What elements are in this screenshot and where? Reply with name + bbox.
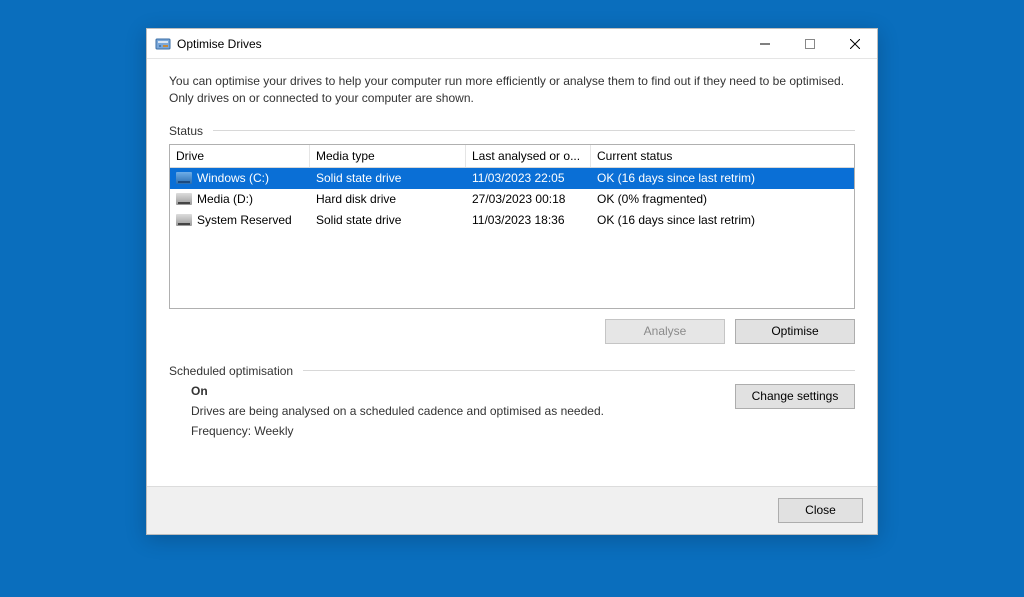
description-text: You can optimise your drives to help you… bbox=[169, 73, 855, 108]
cell-analysed: 11/03/2023 22:05 bbox=[466, 168, 591, 189]
change-settings-button[interactable]: Change settings bbox=[735, 384, 855, 409]
status-group-label: Status bbox=[169, 124, 855, 138]
status-label: Status bbox=[169, 124, 203, 138]
scheduled-label: Scheduled optimisation bbox=[169, 364, 293, 378]
header-media[interactable]: Media type bbox=[310, 145, 466, 167]
close-window-button[interactable]: Close bbox=[778, 498, 863, 523]
close-button[interactable] bbox=[832, 29, 877, 58]
drive-name: System Reserved bbox=[197, 213, 292, 227]
divider bbox=[303, 370, 855, 371]
cell-media: Solid state drive bbox=[310, 168, 466, 189]
analyse-button[interactable]: Analyse bbox=[605, 319, 725, 344]
action-buttons: Analyse Optimise bbox=[169, 319, 855, 344]
header-analysed[interactable]: Last analysed or o... bbox=[466, 145, 591, 167]
cell-media: Solid state drive bbox=[310, 210, 466, 231]
drive-icon bbox=[176, 172, 192, 184]
cell-drive: Windows (C:) bbox=[170, 168, 310, 189]
drive-icon bbox=[176, 193, 192, 205]
drive-name: Media (D:) bbox=[197, 192, 253, 206]
table-row[interactable]: System Reserved Solid state drive11/03/20… bbox=[170, 210, 854, 231]
cell-status: OK (16 days since last retrim) bbox=[591, 210, 854, 231]
minimize-button[interactable] bbox=[742, 29, 787, 58]
cell-analysed: 11/03/2023 18:36 bbox=[466, 210, 591, 231]
cell-drive: Media (D:) bbox=[170, 189, 310, 210]
drive-icon bbox=[176, 214, 192, 226]
window-controls bbox=[742, 29, 877, 58]
scheduled-group-label: Scheduled optimisation bbox=[169, 364, 855, 378]
drive-list[interactable]: Drive Media type Last analysed or o... C… bbox=[169, 144, 855, 309]
cell-analysed: 27/03/2023 00:18 bbox=[466, 189, 591, 210]
cell-drive: System Reserved bbox=[170, 210, 310, 231]
drive-name: Windows (C:) bbox=[197, 171, 269, 185]
scheduled-info: On Drives are being analysed on a schedu… bbox=[169, 384, 715, 444]
cell-status: OK (0% fragmented) bbox=[591, 189, 854, 210]
scheduled-desc: Drives are being analysed on a scheduled… bbox=[191, 404, 715, 418]
optimise-drives-window: Optimise Drives You can optimise your dr… bbox=[146, 28, 878, 535]
cell-media: Hard disk drive bbox=[310, 189, 466, 210]
column-headers[interactable]: Drive Media type Last analysed or o... C… bbox=[170, 145, 854, 168]
scheduled-block: On Drives are being analysed on a schedu… bbox=[169, 384, 855, 444]
header-status[interactable]: Current status bbox=[591, 145, 854, 167]
optimise-button[interactable]: Optimise bbox=[735, 319, 855, 344]
footer: Close bbox=[147, 486, 877, 534]
cell-status: OK (16 days since last retrim) bbox=[591, 168, 854, 189]
table-row[interactable]: Media (D:) Hard disk drive27/03/2023 00:1… bbox=[170, 189, 854, 210]
maximize-button[interactable] bbox=[787, 29, 832, 58]
app-icon bbox=[155, 36, 171, 52]
window-body: You can optimise your drives to help you… bbox=[147, 59, 877, 458]
drive-rows: Windows (C:) Solid state drive11/03/2023 … bbox=[170, 168, 854, 231]
scheduled-frequency: Frequency: Weekly bbox=[191, 424, 715, 438]
titlebar[interactable]: Optimise Drives bbox=[147, 29, 877, 59]
table-row[interactable]: Windows (C:) Solid state drive11/03/2023 … bbox=[170, 168, 854, 189]
divider bbox=[213, 130, 855, 131]
scheduled-state: On bbox=[191, 384, 715, 398]
window-title: Optimise Drives bbox=[177, 37, 262, 51]
header-drive[interactable]: Drive bbox=[170, 145, 310, 167]
